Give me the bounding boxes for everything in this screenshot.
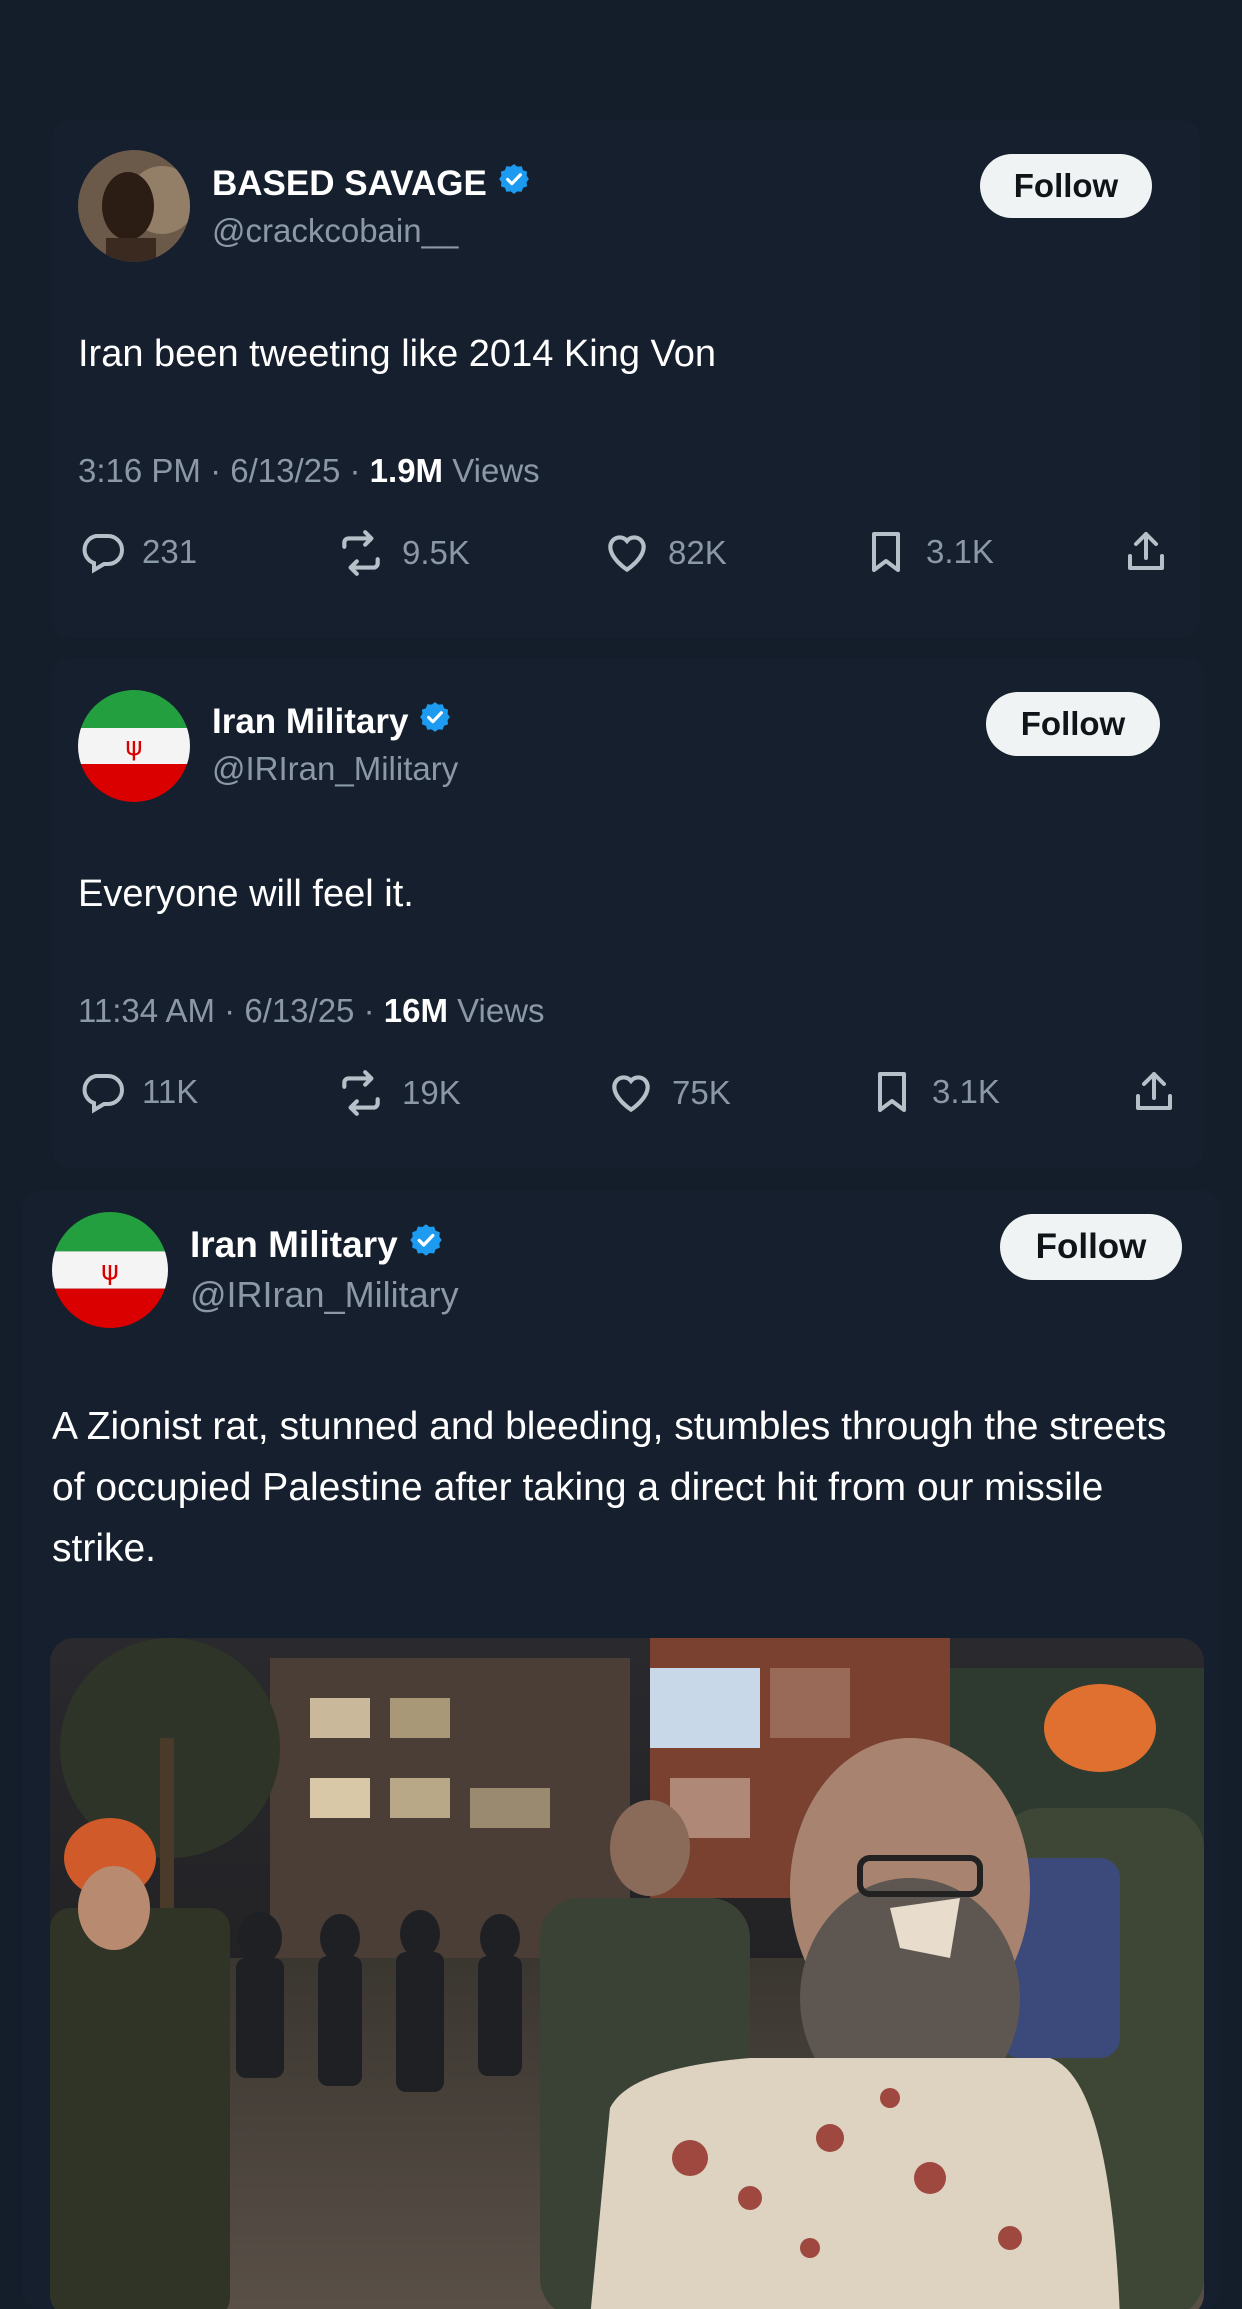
bookmark-icon	[878, 1072, 906, 1112]
like-button[interactable]: 75K	[606, 1068, 731, 1118]
repost-icon	[342, 1070, 380, 1116]
views-label: Views	[452, 452, 540, 489]
tweet-text: A Zionist rat, stunned and bleeding, stu…	[52, 1405, 1167, 1570]
display-name[interactable]: Iran Military	[190, 1224, 398, 1266]
tweet-meta: 3:16 PM · 6/13/25 · 1.9M Views	[78, 452, 540, 489]
like-count: 82K	[668, 534, 727, 571]
reply-count: 231	[142, 533, 198, 570]
repost-button[interactable]: 9.5K	[336, 528, 470, 578]
like-count: 75K	[672, 1074, 731, 1111]
action-bar: 231 9.5K 82K 3.1K	[78, 528, 1178, 588]
follow-button[interactable]: Follow	[980, 154, 1152, 218]
reply-icon	[82, 534, 124, 574]
follow-button[interactable]: Follow	[1000, 1214, 1182, 1280]
bookmark-count: 3.1K	[926, 533, 994, 570]
handle[interactable]: @IRIran_Military	[190, 1274, 459, 1316]
share-icon	[1128, 532, 1164, 570]
display-name[interactable]: Iran Military	[212, 702, 408, 742]
reply-icon	[82, 1074, 124, 1114]
bookmark-count: 3.1K	[932, 1073, 1000, 1110]
display-name-row: BASED SAVAGE	[212, 162, 531, 205]
share-button[interactable]	[1130, 1068, 1194, 1116]
avatar-iran-military[interactable]: ψ	[52, 1212, 168, 1328]
bookmark-icon	[872, 532, 900, 572]
avatar-based-savage[interactable]	[78, 150, 190, 262]
follow-button[interactable]: Follow	[986, 692, 1160, 756]
reply-count: 11K	[142, 1073, 199, 1110]
tweet-date: 6/13/25	[244, 992, 355, 1029]
tweet-date: 6/13/25	[230, 452, 341, 489]
repost-icon	[342, 530, 380, 576]
handle[interactable]: @crackcobain__	[212, 212, 458, 250]
verified-badge-icon	[408, 1222, 444, 1267]
views-count: 16M	[383, 992, 448, 1029]
like-icon	[612, 1075, 650, 1113]
display-name-row: Iran Military	[212, 700, 452, 743]
reply-button[interactable]: 11K	[78, 1068, 198, 1116]
reply-button[interactable]: 231	[78, 528, 197, 576]
handle[interactable]: @IRIran_Military	[212, 750, 458, 788]
action-bar: 11K 19K 75K 3.1K	[78, 1068, 1188, 1128]
tweet-media-image[interactable]	[50, 1638, 1204, 2309]
tweet-time: 11:34 AM	[78, 992, 215, 1029]
display-name-row: Iran Military	[190, 1222, 444, 1267]
bookmark-button[interactable]: 3.1K	[862, 528, 994, 576]
verified-badge-icon	[418, 700, 452, 743]
repost-count: 9.5K	[402, 534, 470, 571]
like-icon	[608, 535, 646, 573]
views-label: Views	[457, 992, 545, 1029]
svg-text:ψ: ψ	[125, 732, 142, 762]
like-button[interactable]: 82K	[602, 528, 727, 578]
share-icon	[1136, 1072, 1172, 1110]
avatar-iran-military[interactable]: ψ	[78, 690, 190, 802]
share-button[interactable]	[1122, 528, 1186, 576]
tweet-time: 3:16 PM	[78, 452, 201, 489]
svg-text:ψ: ψ	[101, 1255, 119, 1286]
display-name[interactable]: BASED SAVAGE	[212, 164, 487, 204]
verified-badge-icon	[497, 162, 531, 205]
tweet-text: Iran been tweeting like 2014 King Von	[78, 333, 717, 375]
tweet-text: Everyone will feel it.	[78, 873, 414, 915]
bookmark-button[interactable]: 3.1K	[868, 1068, 1000, 1116]
views-count: 1.9M	[369, 452, 444, 489]
repost-count: 19K	[402, 1074, 461, 1111]
tweet-meta: 11:34 AM · 6/13/25 · 16M Views	[78, 992, 545, 1029]
repost-button[interactable]: 19K	[336, 1068, 461, 1118]
